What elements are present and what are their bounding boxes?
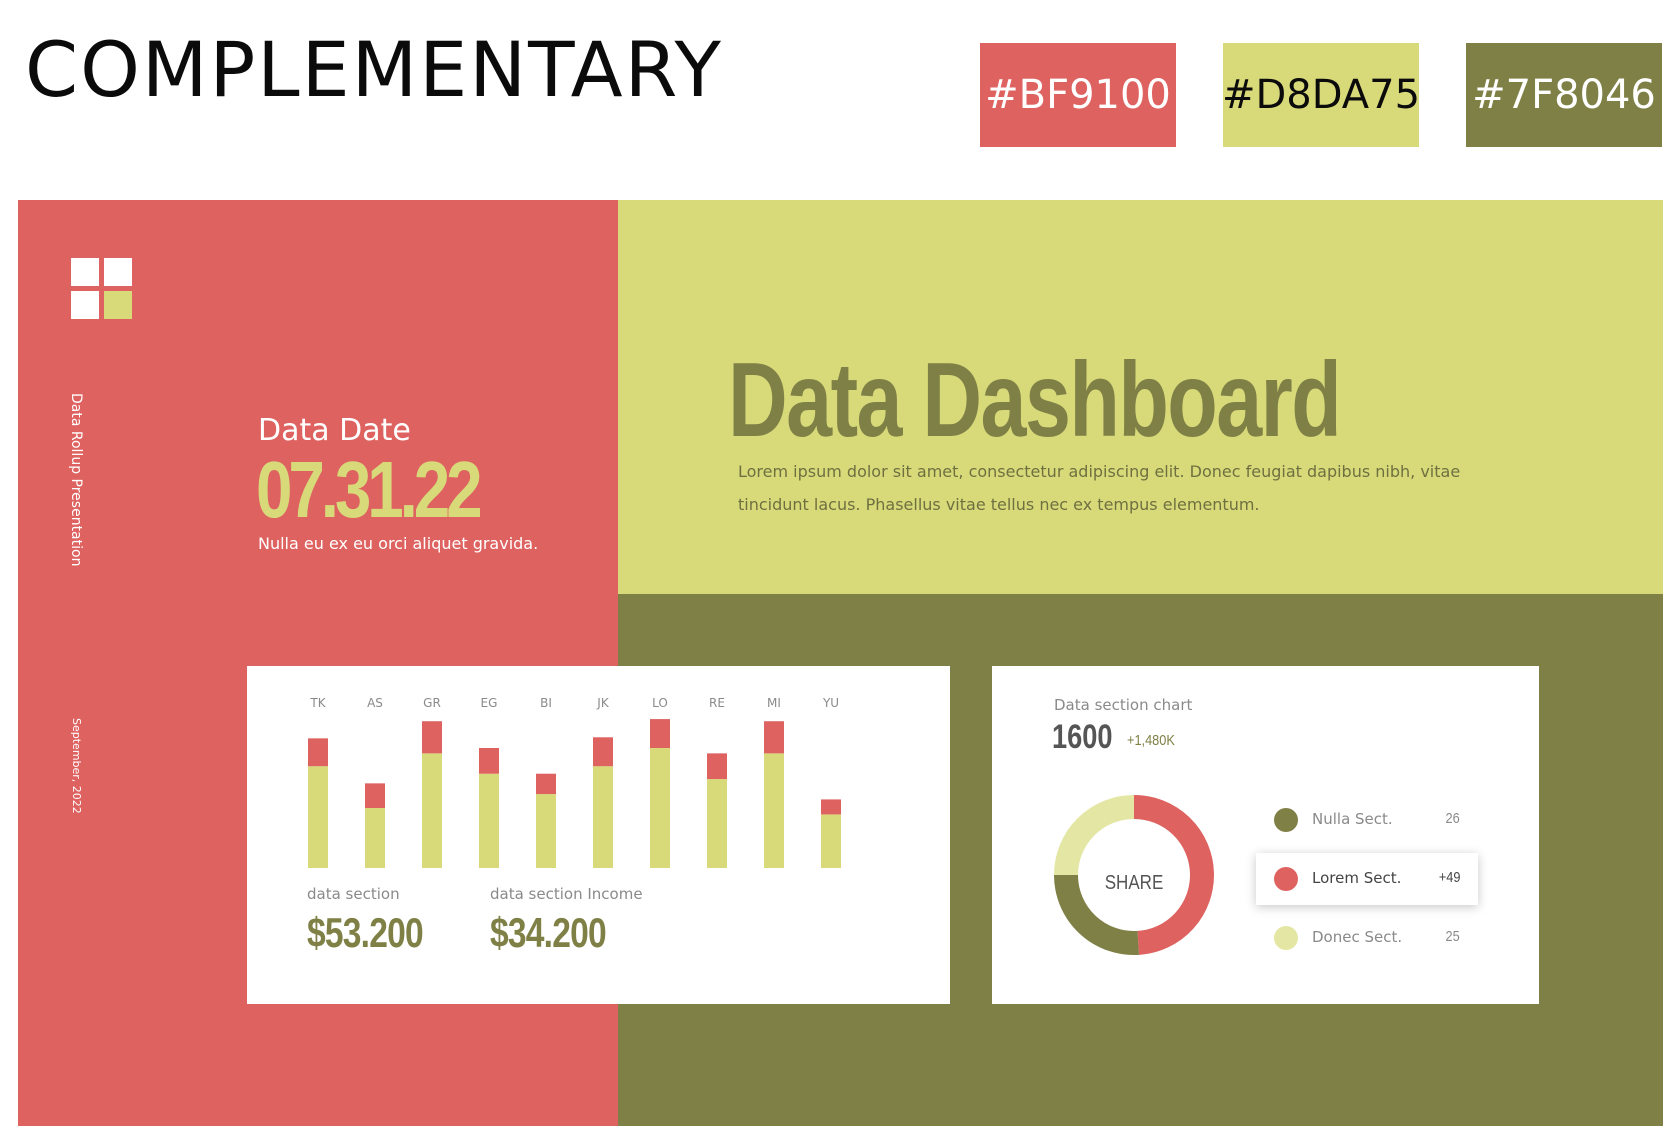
- bar-category-label: EG: [481, 696, 498, 710]
- data-date-subtitle: Nulla eu ex eu orci aliquet gravida.: [258, 534, 539, 553]
- donut-slice: [1054, 795, 1135, 876]
- bar-segment-top: [422, 721, 442, 754]
- bar-segment-top: [308, 738, 328, 767]
- stat-value-data-section: $53.200: [307, 909, 424, 956]
- legend-dot-olive: [1274, 808, 1298, 832]
- bar-category-label: GR: [423, 696, 441, 710]
- legend-item-lorem[interactable]: Lorem Sect. +49: [1256, 853, 1478, 905]
- stat-value-data-section-income: $34.200: [490, 909, 607, 956]
- bar-segment-base: [593, 766, 613, 868]
- bar-segment-top: [365, 783, 385, 808]
- stat-label-data-section-income: data section Income: [490, 885, 643, 903]
- data-date-value: 07.31.22: [256, 445, 483, 534]
- legend-name: Donec Sect.: [1312, 928, 1403, 946]
- grid-logo-icon: [71, 258, 133, 320]
- legend-dot-coral: [1274, 867, 1298, 891]
- bar-segment-base: [821, 814, 841, 868]
- color-swatch-coral: #BF9100: [980, 43, 1176, 147]
- legend-value: 26: [1445, 810, 1460, 827]
- bar-segment-top: [821, 799, 841, 815]
- pie-card-label: Data section chart: [1054, 696, 1193, 714]
- bar-segment-base: [650, 748, 670, 868]
- bar-segment-base: [365, 808, 385, 868]
- bar-segment-top: [479, 748, 499, 774]
- page-title: COMPLEMENTARY: [25, 25, 723, 114]
- bar-segment-base: [764, 753, 784, 868]
- header-panel: Data Dashboard Lorem ipsum dolor sit ame…: [618, 200, 1663, 594]
- stacked-bar-chart: TK AS GR EG BI JK LO RE MI YU: [308, 696, 841, 868]
- bar-category-label: BI: [540, 696, 552, 710]
- donut-center-label: SHARE: [1104, 872, 1164, 894]
- bar-chart-card: TK AS GR EG BI JK LO RE MI YU data section $53.20…: [247, 666, 950, 1004]
- legend-dot-light: [1274, 926, 1298, 950]
- bar-segment-top: [764, 721, 784, 754]
- stat-label-data-section: data section: [307, 885, 400, 903]
- bar-segment-top: [650, 719, 670, 748]
- bar-category-label: LO: [652, 696, 668, 710]
- pie-card-value: 1600: [1052, 718, 1113, 756]
- bar-segment-base: [479, 773, 499, 868]
- dashboard-title: Data Dashboard: [728, 341, 1342, 459]
- dashboard-description: Lorem ipsum dolor sit amet, consectetur …: [738, 462, 1461, 514]
- legend-item-nulla[interactable]: Nulla Sect. 26: [1256, 794, 1478, 846]
- legend-name: Nulla Sect.: [1312, 810, 1393, 828]
- vertical-presentation-date: September, 2022: [70, 718, 83, 814]
- bar-segment-top: [536, 773, 556, 795]
- legend-item-donec[interactable]: Donec Sect. 25: [1256, 912, 1478, 964]
- pie-card-change: +1,480K: [1127, 732, 1175, 749]
- bar-category-label: RE: [709, 696, 725, 710]
- bar-segment-top: [707, 753, 727, 780]
- bar-category-label: YU: [822, 696, 839, 710]
- bar-segment-base: [308, 766, 328, 868]
- bar-category-label: TK: [309, 696, 326, 710]
- color-swatch-lime: #D8DA75: [1222, 43, 1420, 147]
- bar-category-label: JK: [596, 696, 610, 710]
- bar-segment-base: [536, 794, 556, 868]
- vertical-presentation-title: Data Rollup Presentation: [68, 393, 84, 567]
- bar-category-label: MI: [767, 696, 781, 710]
- bar-segment-top: [593, 737, 613, 767]
- bar-segment-base: [707, 779, 727, 868]
- donut-chart-card: Data section chart 1600 +1,480K SHARE Nu…: [992, 666, 1539, 1004]
- legend-value: +49: [1438, 869, 1460, 886]
- color-swatch-olive: #7F8046: [1466, 43, 1662, 147]
- data-date-label: Data Date: [258, 413, 411, 448]
- bar-category-label: AS: [367, 696, 383, 710]
- bar-segment-base: [422, 753, 442, 868]
- legend-value: 25: [1445, 928, 1460, 945]
- legend-name: Lorem Sect.: [1312, 869, 1402, 887]
